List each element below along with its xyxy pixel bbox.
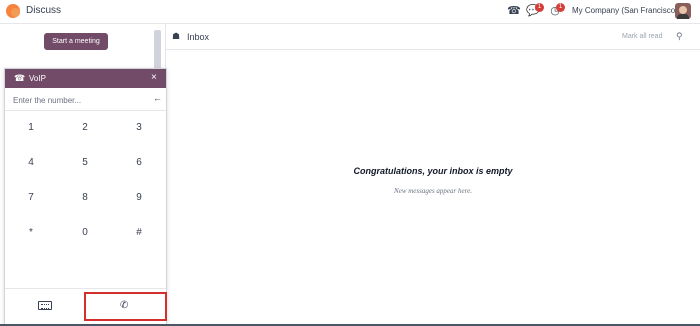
empty-inbox-title: Congratulations, your inbox is empty bbox=[353, 166, 513, 176]
mark-all-read-button[interactable]: Mark all read bbox=[622, 33, 662, 40]
messages-badge: 1 bbox=[535, 3, 544, 12]
empty-inbox-subtitle: New messages appear here. bbox=[394, 187, 472, 195]
voip-softphone: ☎ VoIP × ← 1 2 3 4 5 6 7 8 9 * 0 # ✆ bbox=[4, 68, 167, 326]
input-divider bbox=[5, 110, 166, 111]
dial-key-8[interactable]: 8 bbox=[65, 190, 105, 206]
phone-icon: ✆ bbox=[120, 300, 129, 311]
voip-title: VoIP bbox=[29, 74, 46, 83]
keyboard-icon[interactable] bbox=[38, 301, 52, 310]
dial-key-4[interactable]: 4 bbox=[11, 155, 51, 171]
dial-key-5[interactable]: 5 bbox=[65, 155, 105, 171]
inbox-title: Inbox bbox=[187, 32, 210, 42]
discuss-app-icon[interactable] bbox=[6, 4, 20, 18]
dial-key-2[interactable]: 2 bbox=[65, 120, 105, 136]
voip-phone-icon[interactable]: ☎ bbox=[507, 4, 521, 18]
sidebar-scrollbar[interactable] bbox=[154, 30, 161, 70]
dial-key-1[interactable]: 1 bbox=[11, 120, 51, 136]
layout-toggle-icon[interactable]: ⚲ bbox=[676, 31, 683, 42]
activities-badge: 1 bbox=[556, 3, 565, 12]
dial-key-hash[interactable]: # bbox=[119, 225, 159, 241]
app-title[interactable]: Discuss bbox=[26, 5, 61, 16]
dial-key-0[interactable]: 0 bbox=[65, 225, 105, 241]
call-button[interactable]: ✆ bbox=[84, 292, 167, 321]
close-icon[interactable]: × bbox=[151, 72, 157, 83]
backspace-icon[interactable]: ← bbox=[153, 93, 162, 103]
dial-key-6[interactable]: 6 bbox=[119, 155, 159, 171]
company-switcher[interactable]: My Company (San Francisco) bbox=[572, 6, 678, 15]
dial-key-9[interactable]: 9 bbox=[119, 190, 159, 206]
start-meeting-button[interactable]: Start a meeting bbox=[44, 33, 108, 50]
inbox-header: ☗ Inbox Mark all read ⚲ bbox=[166, 24, 700, 50]
telephone-icon: ☎ bbox=[14, 73, 26, 83]
voip-header[interactable]: ☎ VoIP × bbox=[5, 69, 166, 88]
dial-key-3[interactable]: 3 bbox=[119, 120, 159, 136]
phone-number-input[interactable] bbox=[13, 93, 141, 107]
dial-key-star[interactable]: * bbox=[11, 225, 51, 241]
top-navbar: Discuss ☎ 💬 1 ◷ 1 My Company (San Franci… bbox=[0, 0, 700, 24]
footer-divider bbox=[5, 288, 166, 289]
user-avatar[interactable] bbox=[675, 3, 691, 19]
dial-key-7[interactable]: 7 bbox=[11, 190, 51, 206]
inbox-icon: ☗ bbox=[172, 31, 181, 41]
